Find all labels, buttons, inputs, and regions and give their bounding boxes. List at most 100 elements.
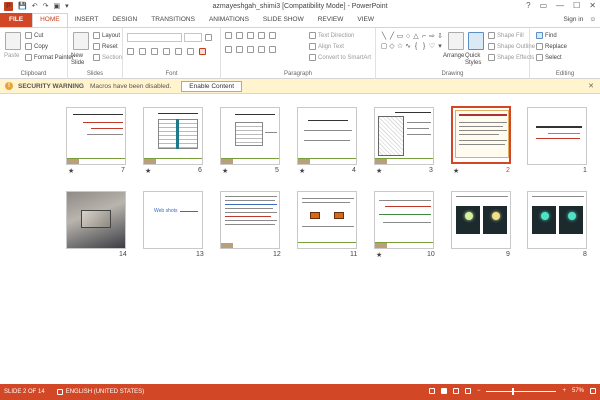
convert-smartart-button[interactable]: Convert to SmartArt (309, 54, 371, 61)
decrease-indent-icon[interactable] (247, 32, 254, 39)
align-left-icon[interactable] (225, 46, 232, 53)
line-spacing-icon[interactable] (269, 32, 276, 39)
paste-button[interactable]: Paste (4, 53, 19, 59)
align-center-icon[interactable] (236, 46, 243, 53)
strikethrough-icon[interactable] (163, 48, 170, 55)
arrow-down-shape-icon[interactable]: ⇩ (436, 32, 444, 42)
heart-shape-icon[interactable]: ♡ (428, 42, 436, 52)
slide-sorter-view-icon[interactable] (440, 388, 447, 394)
justify-icon[interactable] (258, 46, 265, 53)
animation-star-icon[interactable]: ★ (222, 167, 228, 175)
font-color-icon[interactable] (199, 48, 206, 55)
zoom-in-button[interactable]: + (562, 388, 566, 394)
zoom-slider-thumb[interactable] (512, 387, 515, 395)
animation-star-icon[interactable]: ★ (145, 167, 151, 175)
slide-thumbnail-5[interactable] (220, 107, 280, 165)
align-right-icon[interactable] (247, 46, 254, 53)
tab-file[interactable]: FILE (0, 13, 33, 27)
shape-effects-button[interactable]: Shape Effects (488, 54, 534, 61)
animation-star-icon[interactable]: ★ (453, 167, 459, 175)
animation-star-icon[interactable]: ★ (299, 167, 305, 175)
char-spacing-icon[interactable] (175, 48, 182, 55)
zoom-level[interactable]: 57% (572, 388, 584, 394)
curve-shape-icon[interactable]: ∿ (404, 42, 412, 52)
animation-star-icon[interactable]: ★ (376, 251, 382, 259)
find-button[interactable]: Find (536, 32, 557, 39)
numbering-icon[interactable] (236, 32, 243, 39)
columns-icon[interactable] (269, 46, 276, 53)
reset-button[interactable]: Reset (93, 43, 118, 50)
text-direction-button[interactable]: Text Direction (309, 32, 354, 39)
textbox-shape-icon[interactable]: ▢ (380, 42, 388, 52)
cut-button[interactable]: Cut (25, 32, 43, 39)
increase-indent-icon[interactable] (258, 32, 265, 39)
normal-view-icon[interactable] (428, 388, 435, 394)
enable-content-button[interactable]: Enable Content (181, 80, 243, 92)
slide-thumbnail-3[interactable] (374, 107, 434, 165)
shapes-gallery[interactable]: ╲ ╱ ▭ ○ △ ⌐ ⇨ ⇩ ▢ ◇ ☆ ∿{} ♡ ▾ (380, 32, 444, 62)
tab-view[interactable]: VIEW (350, 13, 381, 27)
tab-animations[interactable]: ANIMATIONS (202, 13, 256, 27)
signin-link[interactable]: Sign in (563, 16, 583, 23)
layout-button[interactable]: Layout (93, 32, 120, 39)
close-button[interactable]: ✕ (589, 1, 596, 10)
copy-button[interactable]: Copy (25, 43, 48, 50)
slideshow-view-icon[interactable] (464, 388, 471, 394)
quick-styles-button[interactable]: Quick Styles (465, 53, 487, 67)
maximize-button[interactable]: ☐ (573, 1, 580, 10)
zoom-slider[interactable] (486, 387, 557, 395)
underline-icon[interactable] (151, 48, 158, 55)
slide-thumbnail-2[interactable] (451, 106, 511, 164)
line-shape-icon[interactable]: ╲ (380, 32, 388, 42)
bullets-icon[interactable] (225, 32, 232, 39)
zoom-out-button[interactable]: − (477, 388, 481, 394)
quick-styles-icon[interactable] (468, 32, 484, 50)
slide-thumbnail-13[interactable]: Web shots (143, 191, 203, 249)
tab-review[interactable]: REVIEW (311, 13, 351, 27)
more-shapes-icon[interactable]: ▾ (436, 42, 444, 52)
slide-thumbnail-6[interactable] (143, 107, 203, 165)
oval-shape-icon[interactable]: ○ (404, 32, 412, 42)
new-slide-button[interactable]: New Slide (71, 53, 93, 67)
font-name-box[interactable] (127, 33, 182, 42)
help-icon[interactable]: ? (526, 1, 530, 10)
tab-home[interactable]: HOME (32, 13, 68, 27)
diamond-shape-icon[interactable]: ◇ (388, 42, 396, 52)
animation-star-icon[interactable]: ★ (376, 167, 382, 175)
paste-icon[interactable] (5, 32, 21, 50)
shape-outline-button[interactable]: Shape Outline (488, 43, 535, 50)
brace-shape-icon[interactable]: { (412, 42, 420, 52)
minimize-button[interactable]: — (556, 1, 564, 10)
slide-thumbnail-11[interactable] (297, 191, 357, 249)
tab-insert[interactable]: INSERT (68, 13, 106, 27)
reading-view-icon[interactable] (452, 388, 459, 394)
slide-thumbnail-14[interactable] (66, 191, 126, 249)
change-case-icon[interactable] (187, 48, 194, 55)
slide-thumbnail-8[interactable] (527, 191, 587, 249)
star-shape-icon[interactable]: ☆ (396, 42, 404, 52)
smiley-icon[interactable]: ☺ (589, 16, 596, 23)
triangle-shape-icon[interactable]: △ (412, 32, 420, 42)
slide-thumbnail-4[interactable] (297, 107, 357, 165)
slide-thumbnail-7[interactable] (66, 107, 126, 165)
tab-design[interactable]: DESIGN (105, 13, 144, 27)
format-painter-button[interactable]: Format Painter (25, 54, 74, 61)
arrange-icon[interactable] (448, 32, 464, 50)
replace-button[interactable]: Replace (536, 43, 567, 50)
arrow-shape-icon[interactable]: ⇨ (428, 32, 436, 42)
new-slide-icon[interactable] (73, 32, 89, 50)
select-button[interactable]: Select (536, 54, 562, 61)
brace2-shape-icon[interactable]: } (420, 42, 428, 52)
align-text-button[interactable]: Align Text (309, 43, 344, 50)
italic-icon[interactable] (139, 48, 146, 55)
grow-font-icon[interactable] (205, 34, 212, 41)
tab-transitions[interactable]: TRANSITIONS (144, 13, 202, 27)
slide-thumbnail-10[interactable] (374, 191, 434, 249)
slide-thumbnail-9[interactable] (451, 191, 511, 249)
elbow-shape-icon[interactable]: ⌐ (420, 32, 428, 42)
line2-shape-icon[interactable]: ╱ (388, 32, 396, 42)
slide-sorter[interactable]: 1 2 ★ 3 ★ 4 ★ 5 ★ 6 ★ 7 ★ 8 9 10 ★ 11 12… (0, 94, 600, 384)
slide-thumbnail-12[interactable] (220, 191, 280, 249)
language-status[interactable]: ENGLISH (UNITED STATES) (56, 389, 144, 395)
close-icon[interactable]: ✕ (588, 82, 594, 90)
